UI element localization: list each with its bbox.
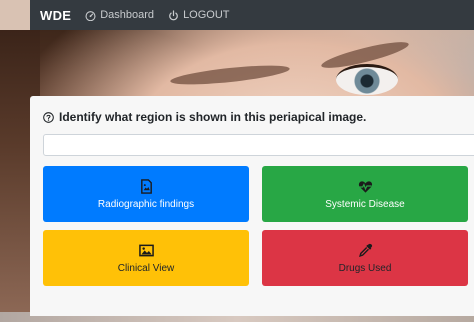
nav-link-logout[interactable]: LOGOUT: [168, 9, 230, 21]
question-heading: Identify what region is shown in this pe…: [43, 110, 366, 124]
dashboard-icon: [85, 10, 96, 21]
image-file-icon: [140, 178, 152, 194]
question-card: Identify what region is shown in this pe…: [30, 96, 474, 316]
question-text: Identify what region is shown in this pe…: [59, 110, 367, 124]
option-radiographic-findings-button[interactable]: Radiographic findings: [43, 166, 249, 222]
nav-link-label: LOGOUT: [183, 9, 230, 21]
nav-link-dashboard[interactable]: Dashboard: [85, 9, 154, 21]
brand-logo-text[interactable]: WDE: [40, 8, 71, 23]
image-icon: [138, 244, 154, 256]
answer-input[interactable]: [43, 134, 474, 156]
option-drugs-used-button[interactable]: Drugs Used: [262, 230, 468, 286]
option-label: Radiographic findings: [97, 198, 195, 210]
background-eye: [336, 64, 398, 95]
option-label: Clinical View: [117, 262, 175, 274]
power-icon: [169, 9, 178, 20]
option-label: Systemic Disease: [325, 198, 405, 210]
question-circle-icon: [43, 111, 54, 123]
heartbeat-icon: [358, 180, 372, 193]
option-label: Drugs Used: [338, 262, 392, 274]
option-clinical-view-button[interactable]: Clinical View: [43, 230, 249, 286]
option-systemic-disease-button[interactable]: Systemic Disease: [262, 166, 468, 222]
nav-link-label: Dashboard: [100, 9, 155, 21]
eyedropper-icon: [358, 243, 372, 257]
top-navbar: WDE Dashboard LOGOUT: [30, 0, 474, 30]
